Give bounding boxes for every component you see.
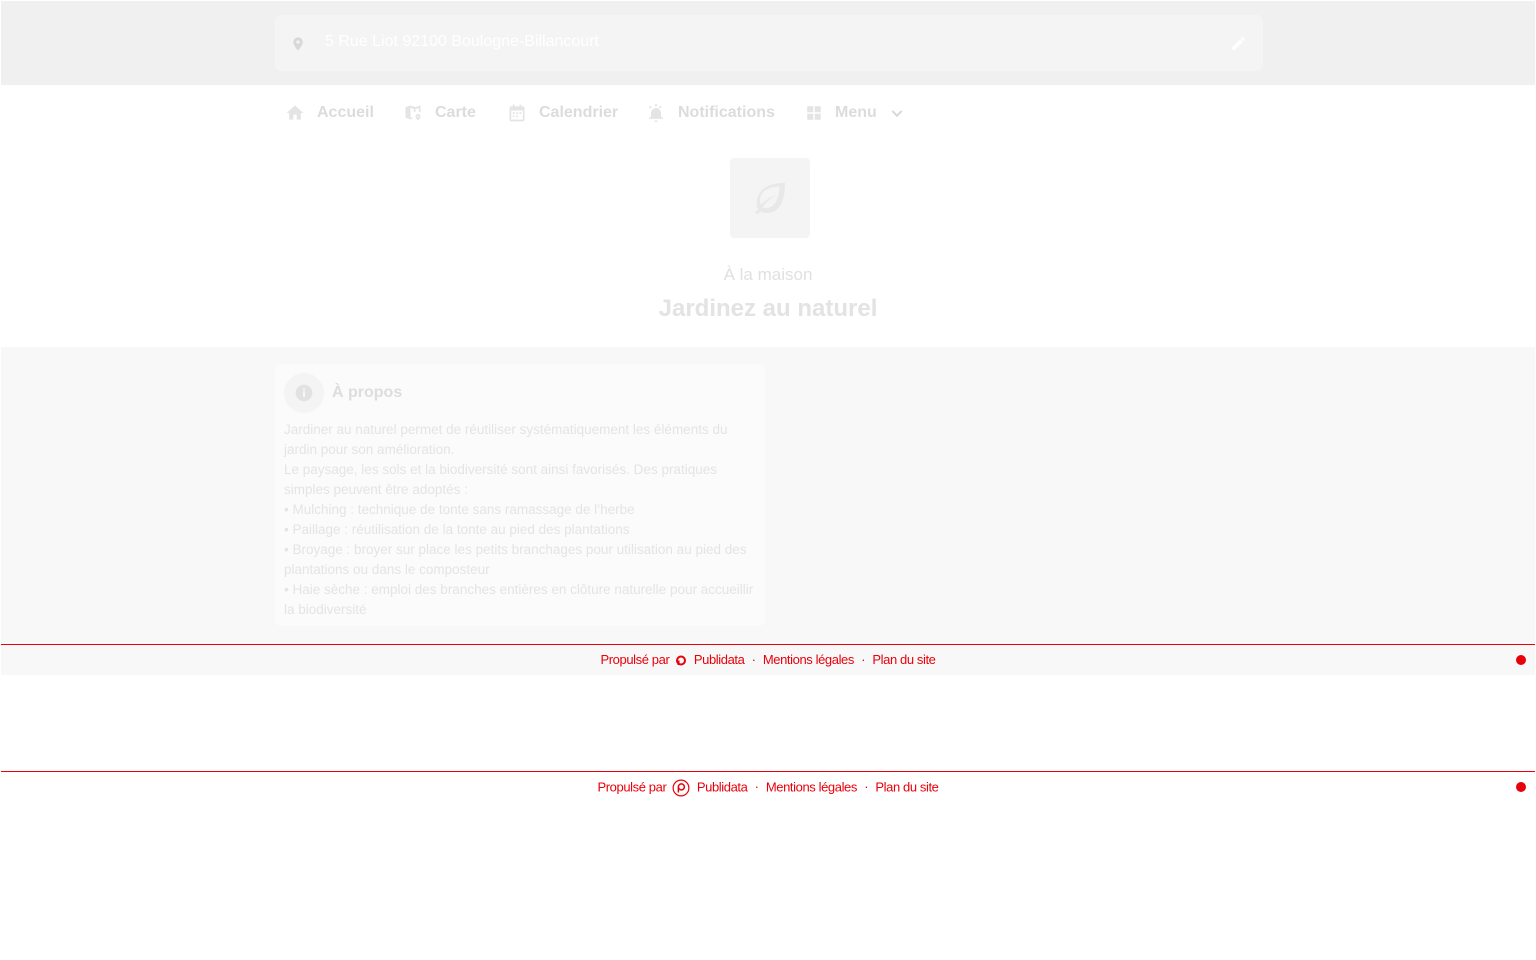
hero-section: À la maison Jardinez au naturel [1, 141, 1535, 347]
page-title: Jardinez au naturel [658, 295, 878, 322]
status-dot [1516, 655, 1526, 665]
leaf-icon [755, 183, 785, 215]
footer-links: Propulsé par Publidata · Mentions légale… [1, 652, 1535, 667]
legal-link[interactable]: Mentions légales [766, 779, 858, 794]
about-card-header: À propos [284, 373, 402, 413]
sitemap-link[interactable]: Plan du site [875, 779, 939, 794]
nav-label-home: Accueil [317, 104, 374, 121]
map-icon [405, 105, 421, 121]
home-icon [286, 105, 304, 120]
location-pin-icon [293, 37, 303, 51]
nav-item-notifications[interactable]: Notifications [646, 85, 775, 141]
publidata-link[interactable]: Publidata [694, 652, 745, 667]
info-icon [295, 384, 313, 402]
about-line: • Paillage : réutilisation de la tonte a… [284, 522, 630, 537]
main-nav: Accueil Carte Calendrier Notifications M… [1, 85, 1535, 141]
footer-links: Propulsé par Publidata · Mentions légale… [1, 779, 1535, 797]
about-text: Jardiner au naturel permet de réutiliser… [284, 420, 754, 620]
category-icon-box [730, 158, 810, 238]
pencil-icon[interactable] [1230, 35, 1247, 52]
footer-separator: · [751, 652, 756, 667]
address-text: 5 Rue Liot 92100 Boulogne-Billancourt [325, 33, 599, 50]
alarm-bell-icon [648, 103, 663, 123]
footer: Propulsé par Publidata · Mentions légale… [1, 771, 1535, 802]
top-bar: 5 Rue Liot 92100 Boulogne-Billancourt [1, 1, 1535, 85]
nav-item-menu[interactable]: Menu [805, 85, 905, 141]
nav-item-calendar[interactable]: Calendrier [507, 85, 618, 141]
footer-separator: · [864, 779, 869, 795]
legal-link[interactable]: Mentions légales [763, 652, 855, 667]
nav-item-home[interactable]: Accueil [285, 85, 374, 141]
about-line: • Haie sèche : emploi des branches entiè… [284, 582, 754, 617]
about-line: Jardiner au naturel permet de réutiliser… [284, 422, 728, 457]
calendar-icon [509, 104, 525, 122]
about-title: À propos [332, 384, 403, 401]
about-line: • Mulching : technique de tonte sans ram… [284, 502, 635, 517]
publidata-logo-icon [672, 779, 690, 797]
about-line: • Broyage : broyer sur place les petits … [284, 542, 747, 577]
nav-item-map[interactable]: Carte [403, 85, 476, 141]
chevron-down-icon [891, 110, 903, 118]
nav-label-menu: Menu [835, 104, 877, 121]
footer-separator: · [754, 779, 759, 795]
about-line: Le paysage, les sols et la biodiversité … [284, 462, 717, 497]
nav-label-map: Carte [435, 104, 476, 121]
about-card: À propos Jardiner au naturel permet de r… [275, 364, 765, 626]
publidata-link[interactable]: Publidata [697, 779, 748, 794]
powered-by-text: Propulsé par [600, 652, 670, 667]
nav-label-calendar: Calendrier [539, 104, 619, 121]
address-bar[interactable]: 5 Rue Liot 92100 Boulogne-Billancourt [275, 15, 1263, 71]
publidata-logo-icon [675, 655, 686, 666]
sitemap-link[interactable]: Plan du site [872, 652, 936, 667]
footer-separator: · [861, 652, 866, 667]
status-dot [1516, 782, 1526, 792]
grid-icon [807, 106, 821, 120]
footer: Propulsé par Publidata · Mentions légale… [1, 644, 1535, 675]
info-icon-circle [284, 373, 324, 413]
powered-by-text: Propulsé par [597, 779, 667, 795]
content-section: À propos Jardiner au naturel permet de r… [1, 347, 1535, 644]
category-label: À la maison [723, 265, 813, 284]
nav-label-notifications: Notifications [678, 104, 775, 121]
